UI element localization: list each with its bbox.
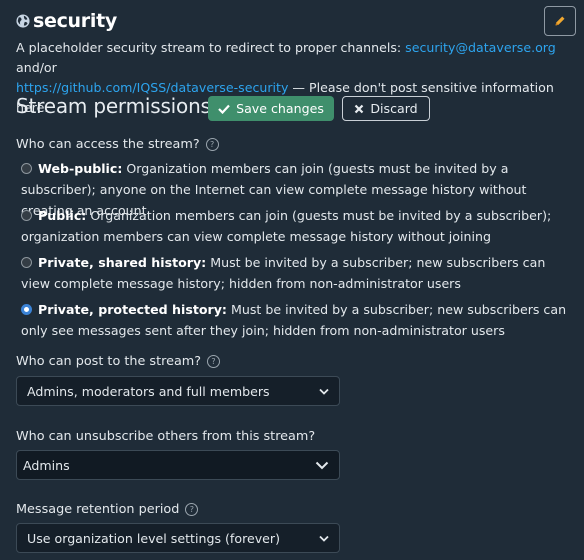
description-mid: and/or [16,60,57,75]
unsubscribe-policy-value: Admins [23,457,70,473]
post-question: Who can post to the stream? ? [16,354,221,369]
security-email-link[interactable]: security@dataverse.org [405,40,556,55]
pencil-icon [555,16,565,26]
chevron-down-icon [315,461,329,469]
unsubscribe-policy-select[interactable]: Admins [16,450,340,480]
unsubscribe-question: Who can unsubscribe others from this str… [16,429,315,444]
post-policy-select[interactable]: Admins, moderators and full members [16,376,340,406]
github-security-link[interactable]: https://github.com/IQSS/dataverse-securi… [16,80,288,95]
option-title: Public: [38,208,87,223]
radio-button[interactable] [21,257,32,268]
chevron-down-icon [319,535,329,542]
description-prefix: A placeholder security stream to redirec… [16,40,406,55]
stream-name: security [33,10,117,32]
help-icon[interactable]: ? [205,138,219,151]
globe-icon [16,14,30,28]
radio-option-private-shared[interactable]: Private, shared history: Must be invited… [21,252,573,294]
save-changes-label: Save changes [236,101,324,116]
help-icon[interactable]: ? [185,503,199,516]
retention-question-label: Message retention period [16,502,180,517]
access-question-label: Who can access the stream? [16,137,200,152]
retention-period-value: Use organization level settings (forever… [27,530,281,546]
post-policy-value: Admins, moderators and full members [27,383,270,399]
retention-period-select[interactable]: Use organization level settings (forever… [16,523,340,553]
help-icon[interactable]: ? [207,355,221,368]
discard-label: Discard [370,101,418,116]
unsubscribe-question-label: Who can unsubscribe others from this str… [16,429,316,444]
discard-button[interactable]: Discard [342,96,430,121]
edit-stream-button[interactable] [544,6,576,36]
check-icon [218,104,230,114]
stream-permissions-heading: Stream permissions [16,94,211,118]
option-title: Private, protected history: [38,302,227,317]
retention-question: Message retention period ? [16,502,199,517]
option-title: Web-public: [38,161,123,176]
option-title: Private, shared history: [38,255,207,270]
stream-title-row: security [16,8,117,34]
save-changes-button[interactable]: Save changes [208,96,334,121]
x-icon [355,104,364,113]
radio-button-selected[interactable] [21,304,32,315]
access-question: Who can access the stream? ? [16,137,219,152]
post-question-label: Who can post to the stream? [16,354,202,369]
radio-option-public[interactable]: Public: Organization members can join (g… [21,205,573,247]
radio-option-private-protected[interactable]: Private, protected history: Must be invi… [21,299,573,341]
radio-button[interactable] [21,163,32,174]
chevron-down-icon [319,388,329,395]
radio-button[interactable] [21,210,32,221]
option-description: Organization members can join (guests mu… [21,208,552,244]
